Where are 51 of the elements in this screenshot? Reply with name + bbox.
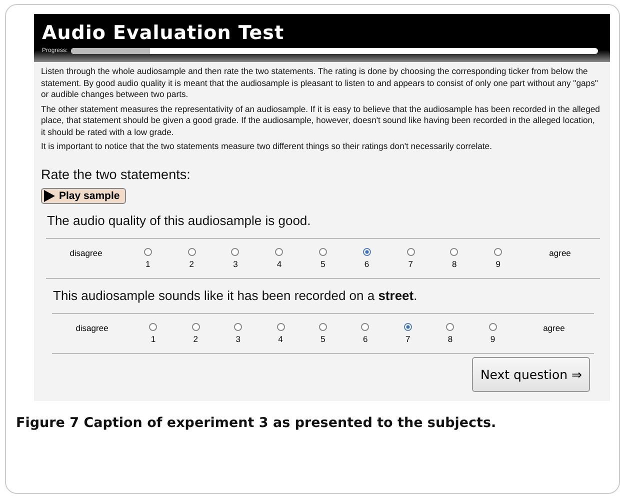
radio-button[interactable] bbox=[319, 248, 328, 256]
page-title: Audio Evaluation Test bbox=[42, 22, 286, 46]
radio-button[interactable] bbox=[450, 248, 458, 256]
radio-button[interactable] bbox=[404, 322, 412, 330]
radio-button[interactable] bbox=[361, 322, 370, 330]
play-button[interactable]: Play sample bbox=[41, 188, 126, 204]
option-number: 6 bbox=[363, 334, 368, 344]
option-number: 1 bbox=[146, 258, 150, 268]
radio-button[interactable] bbox=[488, 322, 497, 330]
option-number: 9 bbox=[490, 334, 496, 344]
scale-label: disagree bbox=[74, 322, 110, 332]
radio-button[interactable] bbox=[446, 322, 454, 330]
option-number: 5 bbox=[320, 334, 326, 344]
scale-label: agree bbox=[548, 248, 572, 258]
option-number: 1 bbox=[150, 334, 156, 344]
option-number: 3 bbox=[236, 334, 240, 344]
rate-heading: Rate the two statements: bbox=[41, 166, 192, 182]
option-number: 4 bbox=[278, 334, 283, 344]
play-icon bbox=[44, 190, 55, 202]
radio-button[interactable] bbox=[188, 248, 196, 256]
radio-button[interactable] bbox=[234, 322, 242, 330]
radio-button[interactable] bbox=[275, 248, 284, 256]
statement-text: The audio quality of this audiosample is good. bbox=[46, 210, 600, 238]
instruction-text: The other statement measures the representativity of an audiosample. If it is easy to believe that the audiosample has been recorded in the alleged place, that statement should be given a good grade. If the audiosample, however, doesn't sound like having been recorded in the alleged location, it should be rated with a low grade. bbox=[41, 104, 600, 138]
radio-button[interactable] bbox=[362, 248, 371, 256]
instruction-text: It is important to notice that the two statements measure two different things so their ratings don't necessarily correlate. bbox=[41, 141, 493, 152]
option-number: 9 bbox=[496, 258, 500, 268]
radio-button[interactable] bbox=[494, 248, 502, 256]
radio-button[interactable] bbox=[406, 248, 415, 256]
radio-button[interactable] bbox=[318, 322, 327, 330]
option-number: 4 bbox=[276, 258, 282, 268]
option-number: 2 bbox=[193, 334, 198, 344]
radio-button[interactable] bbox=[149, 322, 158, 330]
statement-text: This audiosample sounds like it has been recorded on a street. bbox=[52, 284, 594, 314]
radio-button[interactable] bbox=[276, 322, 285, 330]
option-number: 2 bbox=[189, 258, 194, 268]
option-number: 3 bbox=[233, 258, 238, 268]
instruction-text: Listen through the whole audiosample and then rate the two statements. The rating is done by choosing the corresponding ticker from below the statement. By good audio quality it is meant that the audiosample is pleasant to listen to and appears to consist of only one part without any "gaps" or audible changes between two parts. bbox=[41, 66, 599, 100]
radio-button[interactable] bbox=[231, 248, 240, 256]
scale-label: agree bbox=[542, 322, 566, 332]
option-number: 7 bbox=[408, 258, 413, 268]
option-number: 8 bbox=[452, 258, 457, 268]
option-number: 6 bbox=[364, 258, 370, 268]
figure-caption: Figure 7 Caption of experiment 3 as presented to the subjects. bbox=[16, 414, 498, 430]
scale-label: disagree bbox=[68, 248, 104, 258]
next-question-button[interactable]: Next question ⇒ bbox=[472, 356, 590, 392]
option-number: 8 bbox=[448, 334, 453, 344]
radio-button[interactable] bbox=[144, 248, 152, 256]
radio-button[interactable] bbox=[192, 322, 200, 330]
option-number: 7 bbox=[405, 334, 410, 344]
option-number: 5 bbox=[320, 258, 326, 268]
